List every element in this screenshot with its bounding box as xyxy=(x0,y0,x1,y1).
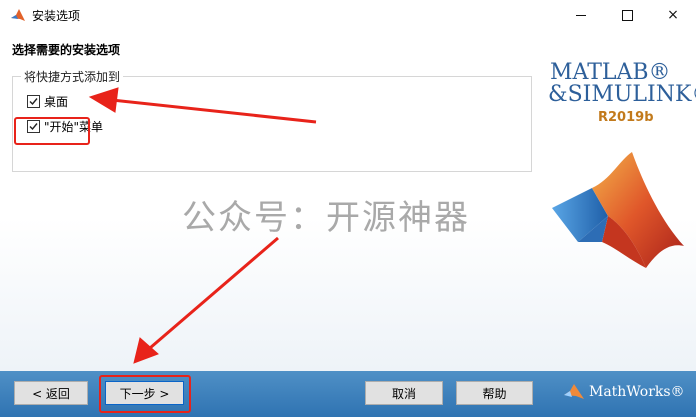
desktop-highlight-box xyxy=(14,117,90,145)
help-button[interactable]: 帮助 xyxy=(456,381,533,405)
title-bar: 安装选项 × xyxy=(0,0,696,30)
group-legend: 将快捷方式添加到 xyxy=(21,68,124,85)
mathworks-icon xyxy=(564,384,584,399)
next-button[interactable]: 下一步 > xyxy=(105,381,184,405)
back-button[interactable]: < 返回 xyxy=(14,381,88,405)
minimize-icon xyxy=(576,14,586,16)
desktop-option[interactable]: 桌面 xyxy=(27,93,68,110)
shortcut-group: 将快捷方式添加到 桌面 "开始"菜单 xyxy=(12,68,532,172)
watermark-text: 公众号：开源神器 xyxy=(182,198,470,238)
window-title: 安装选项 xyxy=(32,9,81,23)
footer-bar: < 返回 下一步 > 取消 帮助 MathWorks® xyxy=(0,371,696,417)
maximize-button[interactable] xyxy=(604,0,650,30)
checkmark-icon xyxy=(29,98,38,106)
desktop-checkbox[interactable] xyxy=(27,95,40,108)
main-panel: 选择需要的安装选项 将快捷方式添加到 桌面 "开始"菜单 公众号：开源神器 MA… xyxy=(0,30,696,371)
cancel-button[interactable]: 取消 xyxy=(365,381,443,405)
close-icon: × xyxy=(667,7,679,23)
maximize-icon xyxy=(621,9,633,21)
close-button[interactable]: × xyxy=(650,0,696,30)
desktop-label: 桌面 xyxy=(44,95,69,109)
minimize-button[interactable] xyxy=(558,0,604,30)
simulink-logo-text: &SIMULINK® xyxy=(548,82,696,107)
mathworks-logo: MathWorks® xyxy=(563,383,685,401)
page-heading: 选择需要的安装选项 xyxy=(12,43,121,57)
release-label: R2019b xyxy=(598,110,654,125)
matlab-app-icon xyxy=(11,9,25,21)
mathworks-text: MathWorks® xyxy=(589,384,685,400)
matlab-membrane-logo xyxy=(552,152,684,268)
